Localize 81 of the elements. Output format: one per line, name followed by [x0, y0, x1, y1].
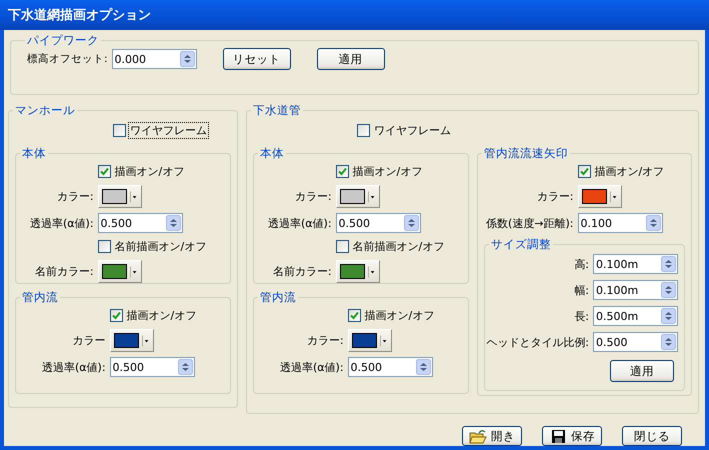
group-title: 管内流 [259, 290, 297, 305]
caret-icon [142, 334, 150, 346]
checkbox[interactable] [98, 165, 111, 178]
checkbox[interactable] [336, 165, 349, 178]
color-picker[interactable] [578, 185, 622, 208]
checkbox-label[interactable]: 名前描画オン/オフ [112, 238, 208, 255]
caret-icon [610, 190, 618, 202]
field-label: 透過率(α値): [42, 360, 106, 374]
caret-icon [380, 334, 388, 346]
push-button[interactable]: 保存 [542, 426, 602, 446]
spin-arrows-icon [646, 215, 661, 231]
caret-icon [368, 266, 376, 278]
group-title: パイプワーク [26, 33, 100, 48]
field-label: 透過率(α値): [268, 216, 332, 230]
field-label: カラー: [536, 189, 574, 204]
field-label: カラー [72, 333, 106, 348]
field-label: カラー: [306, 333, 344, 348]
caret-icon [130, 266, 138, 278]
field-label: カラー: [294, 189, 332, 204]
field-label: 名前カラー: [34, 264, 94, 279]
checkbox-label[interactable]: ワイヤフレーム [372, 122, 453, 138]
field-label: 長: [574, 308, 589, 324]
caret-icon [130, 190, 138, 202]
color-picker[interactable] [336, 185, 380, 208]
push-button[interactable]: 適用 [316, 48, 385, 70]
checkbox-label[interactable]: 名前描画オン/オフ [350, 238, 446, 255]
group-title: 管内流流速矢印 [483, 146, 569, 161]
checkbox-label[interactable]: 描画オン/オフ [112, 163, 186, 180]
field-label: 透過率(α値): [280, 360, 344, 374]
checkbox[interactable] [348, 309, 361, 322]
spin-arrows-icon [661, 282, 676, 298]
field-label: 幅: [574, 282, 589, 298]
field-label: カラー: [56, 189, 94, 204]
field-label: 透過率(α値): [30, 216, 94, 230]
push-button[interactable]: リセット [222, 48, 291, 70]
checkbox[interactable] [357, 124, 370, 136]
spin-arrows-icon [180, 51, 195, 67]
check-icon [350, 311, 359, 320]
apply-button[interactable]: 適用 [610, 360, 674, 382]
window-title: 下水道網描画オプション [8, 6, 151, 24]
push-button[interactable]: 閉じる [622, 426, 682, 446]
group-title: 管内流 [21, 290, 59, 305]
spin-arrows-icon [404, 215, 419, 231]
check-icon [580, 167, 589, 176]
push-button[interactable]: 開き [462, 426, 522, 446]
folder-icon [469, 428, 487, 444]
check-icon [338, 167, 347, 176]
field-label: 標高オフセット: [27, 52, 108, 66]
color-picker[interactable] [98, 185, 142, 208]
checkbox[interactable] [110, 309, 123, 322]
spin-arrows-icon [661, 256, 676, 272]
checkbox[interactable] [578, 165, 591, 178]
caret-icon [368, 190, 376, 202]
checkbox[interactable] [113, 124, 126, 136]
checkbox[interactable] [336, 240, 349, 253]
group-title: 本体 [259, 146, 285, 161]
spin-arrows-icon [166, 215, 181, 231]
field-label: 高: [574, 256, 589, 272]
checkbox-label[interactable]: 描画オン/オフ [362, 307, 436, 324]
group-title: サイズ調整 [490, 237, 552, 252]
field-label: ヘッドとタイル比例: [486, 334, 589, 350]
check-icon [100, 167, 109, 176]
group-title: 本体 [21, 146, 47, 161]
checkbox[interactable] [98, 240, 111, 253]
checkbox-label[interactable]: ワイヤフレーム [128, 122, 209, 138]
color-picker[interactable] [110, 329, 154, 352]
spin-arrows-icon [661, 308, 676, 324]
color-picker[interactable] [98, 260, 142, 283]
check-icon [112, 311, 121, 320]
color-picker[interactable] [348, 329, 392, 352]
spin-arrows-icon [416, 359, 431, 375]
field-label: 係数(速度→距離): [486, 216, 574, 230]
checkbox-label[interactable]: 描画オン/オフ [592, 163, 666, 180]
color-picker[interactable] [336, 260, 380, 283]
checkbox-label[interactable]: 描画オン/オフ [124, 307, 198, 324]
group-title: マンホール [14, 103, 76, 118]
spin-arrows-icon [178, 359, 193, 375]
checkbox-label[interactable]: 描画オン/オフ [350, 163, 424, 180]
group-title: 下水道管 [252, 103, 302, 118]
field-label: 名前カラー: [272, 264, 332, 279]
spin-arrows-icon [661, 334, 676, 350]
